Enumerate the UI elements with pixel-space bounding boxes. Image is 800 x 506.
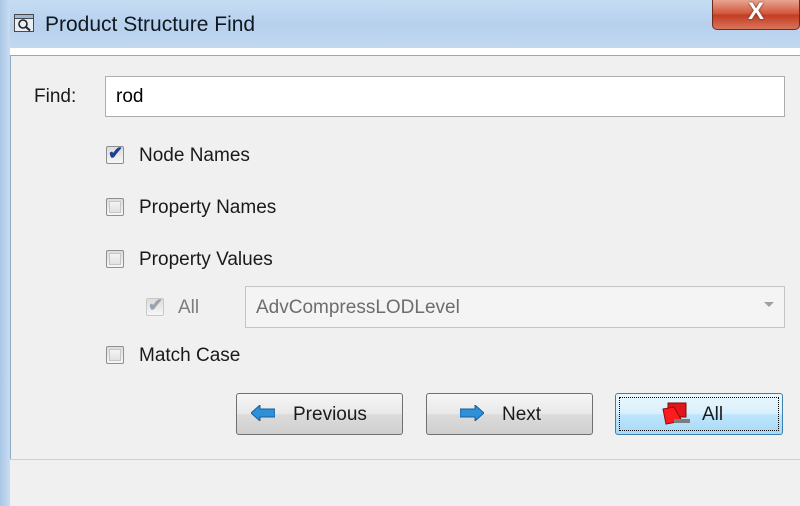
focus-ring [619,397,779,431]
find-input[interactable]: rod [105,76,785,117]
close-button[interactable]: X [712,0,800,30]
checkmark-icon: ✔ [108,143,124,163]
all-properties-checkbox[interactable]: ✔ [146,295,164,316]
find-all-button-label: All [702,404,724,425]
find-all-button[interactable]: All [615,393,783,435]
property-names-label: Property Names [139,197,277,218]
match-case-checkbox[interactable] [106,346,124,364]
node-names-label: Node Names [139,145,250,166]
dialog-body [10,55,800,506]
title-bar: Product Structure Find X [0,0,800,48]
node-names-checkbox[interactable]: ✔ [106,143,124,164]
next-button-label: Next [502,404,542,425]
search-window-icon [14,14,34,32]
window-frame-left [0,0,10,506]
next-button[interactable]: Next [426,393,593,435]
property-values-checkbox[interactable] [106,250,124,268]
window-title: Product Structure Find [45,13,256,36]
checkmark-icon: ✔ [148,295,164,315]
highlight-all-icon [662,402,690,425]
status-bar [10,459,800,506]
property-select[interactable]: AdvCompressLODLevel [245,286,785,328]
close-icon: X [747,0,764,25]
find-label: Find: [34,86,77,107]
previous-button[interactable]: Previous [236,393,403,435]
property-names-checkbox[interactable] [106,198,124,216]
arrow-left-icon [251,405,275,421]
all-properties-label: All [178,297,200,318]
match-case-label: Match Case [139,345,241,366]
previous-button-label: Previous [293,404,367,425]
arrow-right-icon [460,405,484,421]
chevron-down-icon [764,302,774,307]
property-select-value: AdvCompressLODLevel [256,297,460,318]
property-values-label: Property Values [139,249,273,270]
